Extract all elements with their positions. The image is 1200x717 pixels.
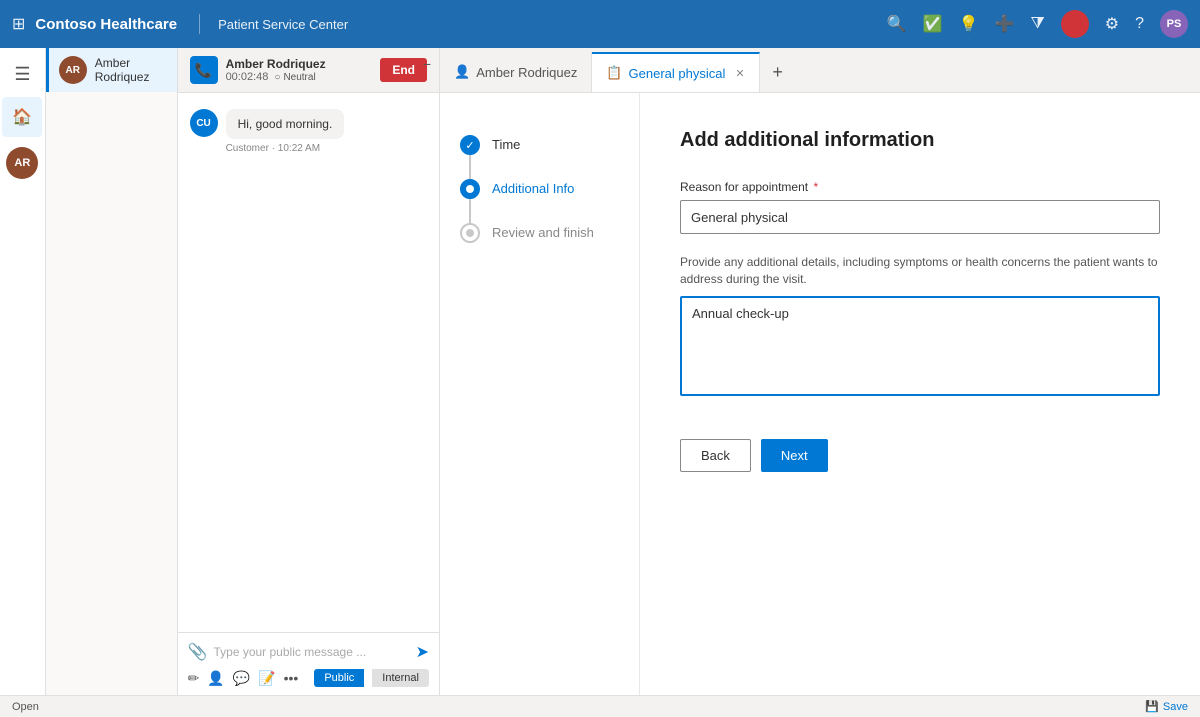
status-bar: Open 💾 Save [0,695,1200,717]
person-icon[interactable]: 👤 [207,670,224,687]
tab-clipboard-icon: 📋 [606,65,622,81]
message-meta: Customer · 10:22 AM [190,143,427,154]
status-bar-right: 💾 Save [1145,700,1188,713]
save-button-bar[interactable]: 💾 Save [1145,700,1188,713]
caller-icon: 📞 [190,56,218,84]
chat-input-row: 📎 ➤ [188,641,429,663]
step-label-additional: Additional Info [492,179,574,196]
lightbulb-icon[interactable]: 💡 [959,14,979,34]
save-label: Save [1163,701,1188,713]
tab-amber-rodriquez[interactable]: 👤 Amber Rodriquez [440,52,592,92]
avatar: AR [59,56,87,84]
filter-icon[interactable]: ⧩ [1030,15,1044,33]
tab-general-physical[interactable]: 📋 General physical ✕ [592,52,759,92]
step-circle-review [460,223,480,243]
minimize-button[interactable]: − [423,56,431,72]
checkmark-circle-icon[interactable]: ✅ [923,14,943,34]
chat-bubbles-icon[interactable]: 💬 [233,670,250,687]
form-actions: Back Next [680,439,1160,472]
end-call-button[interactable]: End [380,58,427,82]
chat-header: 📞 Amber Rodriquez 00:02:48 ○ Neutral End… [178,48,439,93]
sentiment-badge: ○ Neutral [274,72,315,83]
content-area: 👤 Amber Rodriquez 📋 General physical ✕ +… [440,48,1200,695]
steps-panel: ✓ Time Additional Info Review and finish [440,93,640,695]
chat-input-area: 📎 ➤ ✏ 👤 💬 📝 ••• Public Internal [178,632,439,695]
tab-person-icon: 👤 [454,64,470,80]
details-hint: Provide any additional details, includin… [680,254,1160,288]
chat-messages: CU Hi, good morning. Customer · 10:22 AM [178,93,439,632]
notes-icon[interactable]: 📝 [258,670,275,687]
tab-close-button[interactable]: ✕ [735,67,744,80]
step-circle-time: ✓ [460,135,480,155]
bubble-row: CU Hi, good morning. [190,109,427,139]
tab-add-button[interactable]: + [760,52,796,92]
top-nav-right: 🔍 ✅ 💡 ➕ ⧩ ⚙ ? PS [887,10,1188,38]
brand-name: Contoso Healthcare [35,16,177,33]
message-item: CU Hi, good morning. Customer · 10:22 AM [190,109,427,154]
plus-icon[interactable]: ➕ [995,14,1015,34]
details-field: Provide any additional details, includin… [680,254,1160,399]
chat-toolbar: ✏ 👤 💬 📝 ••• Public Internal [188,663,429,687]
required-asterisk: * [813,180,818,194]
step-circle-additional [460,179,480,199]
message-avatar: CU [190,109,218,137]
help-icon[interactable]: ? [1135,15,1144,33]
tab-public-button[interactable]: Public [314,669,364,687]
tab-label: General physical [629,66,726,81]
reason-field: Reason for appointment * [680,180,1160,234]
wizard-layout: ✓ Time Additional Info Review and finish [440,93,1200,695]
step-label-review: Review and finish [492,223,594,240]
caller-meta: 00:02:48 ○ Neutral [226,71,373,83]
sidebar-item-home[interactable]: 🏠 [2,97,42,137]
notification-dot[interactable] [1061,10,1089,38]
attach-icon[interactable]: 📎 [188,642,208,662]
chat-input[interactable] [213,641,409,663]
nav-divider [199,14,200,34]
app-grid-icon[interactable]: ⊞ [12,14,25,34]
details-textarea[interactable]: Annual check-up [680,296,1160,396]
reason-input[interactable] [680,200,1160,234]
left-sidebar: ☰ 🏠 AR [0,48,46,695]
user-avatar[interactable]: PS [1160,10,1188,38]
hamburger-menu-icon[interactable]: ☰ [6,56,38,93]
back-button[interactable]: Back [680,439,751,472]
caller-name: Amber Rodriquez [226,57,373,71]
service-center-label: Patient Service Center [218,17,348,32]
step-time: ✓ Time [460,123,619,167]
save-disk-icon: 💾 [1145,700,1159,713]
top-nav-bar: ⊞ Contoso Healthcare Patient Service Cen… [0,0,1200,48]
next-button[interactable]: Next [761,439,828,472]
step-label-time: Time [492,135,520,152]
tab-bar: 👤 Amber Rodriquez 📋 General physical ✕ + [440,48,1200,93]
settings-icon[interactable]: ⚙ [1105,14,1119,34]
user-list-panel: AR Amber Rodriquez [46,48,178,695]
caller-info: Amber Rodriquez 00:02:48 ○ Neutral [226,57,373,83]
reason-label: Reason for appointment * [680,180,1160,194]
tab-label: Amber Rodriquez [476,65,577,80]
user-name: Amber Rodriquez [95,56,167,84]
compose-icon[interactable]: ✏ [188,670,200,687]
search-icon[interactable]: 🔍 [887,14,907,34]
send-icon[interactable]: ➤ [416,642,429,662]
form-title: Add additional information [680,129,1160,152]
sentiment-icon: ○ [274,72,280,83]
call-timer: 00:02:48 [226,71,269,83]
step-review: Review and finish [460,211,619,255]
form-area: Add additional information Reason for ap… [640,93,1200,695]
status-open-label: Open [12,701,39,713]
more-icon[interactable]: ••• [284,670,299,686]
main-layout: ☰ 🏠 AR AR Amber Rodriquez 📞 Amber Rodriq… [0,48,1200,695]
chat-panel: 📞 Amber Rodriquez 00:02:48 ○ Neutral End… [178,48,440,695]
step-additional-info: Additional Info [460,167,619,211]
sidebar-user-avatar[interactable]: AR [6,147,38,179]
tab-internal-button[interactable]: Internal [372,669,429,687]
message-text: Hi, good morning. [226,109,345,139]
list-item[interactable]: AR Amber Rodriquez [46,48,177,92]
